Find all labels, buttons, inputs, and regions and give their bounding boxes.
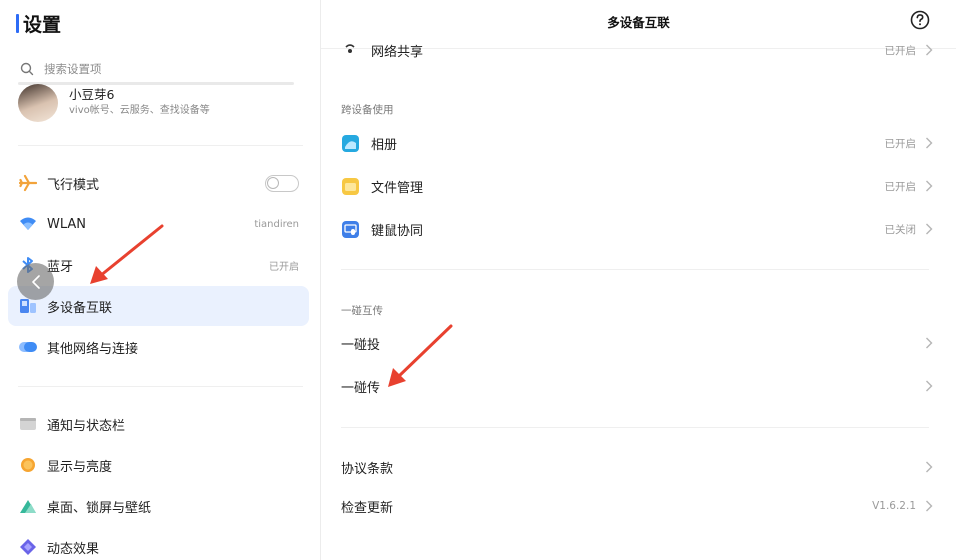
sidebar-item-multi-device[interactable]: 多设备互联 [8,286,309,326]
row-album[interactable]: 相册 已开启 [321,123,941,163]
sidebar-item-notification[interactable]: 通知与状态栏 [8,404,309,444]
section-cross-device: 跨设备使用 [341,104,394,116]
version-number: V1.6.2.1 [872,500,916,512]
wallpaper-icon [19,497,37,515]
main-panel: 多设备互联 网络共享 已开启 多设备互联 跨设备使用 相册 已开启 文件管理 已… [321,0,956,560]
settings-sidebar: 设置 搜索设置项 小豆芽6 vivo帐号、云服务、查找设备等 飞行模式 WLAN… [0,0,321,560]
keyboard-mouse-icon [341,220,359,238]
notification-icon [19,415,37,433]
toggle-knob [267,176,279,189]
folder-icon [341,177,359,195]
divider [341,427,929,428]
section-tap-transfer: 一碰互传 [341,305,383,317]
search-icon [20,62,34,76]
chevron-right-icon [926,380,933,392]
title-accent-bar [16,14,19,33]
display-icon [19,456,37,474]
chevron-right-icon [926,137,933,149]
wifi-icon [19,215,37,233]
chevron-left-icon [31,274,40,289]
divider [18,386,303,387]
avatar [18,84,58,122]
album-icon [341,134,359,152]
row-tap-cast[interactable]: 一碰投 [321,323,941,363]
sidebar-item-airplane-mode[interactable]: 飞行模式 [8,163,309,203]
row-tap-transfer[interactable]: 一碰传 [321,366,941,406]
sidebar-item-motion[interactable]: 动态效果 [8,527,309,560]
row-keyboard-mouse[interactable]: 键鼠协同 已关闭 [321,209,941,249]
row-file-manager[interactable]: 文件管理 已开启 [321,166,941,206]
back-button[interactable] [17,263,54,300]
sidebar-item-other-network[interactable]: 其他网络与连接 [8,327,309,367]
sidebar-item-wallpaper[interactable]: 桌面、锁屏与壁纸 [8,486,309,526]
wlan-network-name: tiandiren [254,218,299,230]
divider [341,269,929,270]
chevron-right-icon [926,180,933,192]
sidebar-title: 设置 [16,10,61,37]
row-check-update[interactable]: 检查更新 V1.6.2.1 [321,486,941,526]
airplane-icon [19,174,37,192]
chevron-right-icon [926,461,933,473]
search-input[interactable]: 搜索设置项 [20,59,294,79]
sidebar-item-display[interactable]: 显示与亮度 [8,445,309,485]
account-subtitle: vivo帐号、云服务、查找设备等 [69,105,210,116]
motion-icon [19,538,37,556]
search-placeholder: 搜索设置项 [44,62,102,76]
sidebar-item-wlan[interactable]: WLAN tiandiren [8,204,309,244]
chevron-right-icon [926,44,933,56]
row-terms[interactable]: 协议条款 [321,447,941,487]
account-card[interactable]: 小豆芽6 vivo帐号、云服务、查找设备等 [18,84,308,124]
help-icon[interactable] [910,10,930,30]
bluetooth-status: 已开启 [269,261,299,273]
chevron-right-icon [926,337,933,349]
airplane-mode-toggle[interactable] [265,174,299,192]
divider [18,145,303,146]
chevron-right-icon [926,223,933,235]
chevron-right-icon [926,500,933,512]
network-icon [19,338,37,356]
page-title-overlay: 多设备互联 [607,15,670,30]
